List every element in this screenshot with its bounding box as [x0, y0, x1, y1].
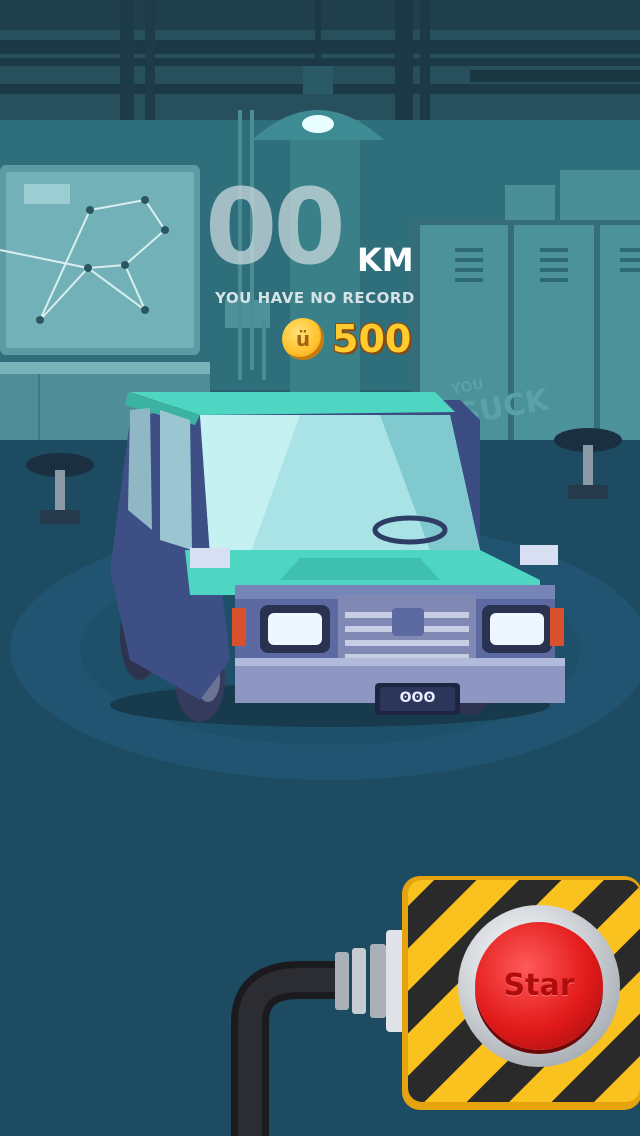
distance-value: 00: [205, 166, 346, 288]
player-car[interactable]: [100, 380, 565, 735]
coin-count: 500: [332, 317, 412, 361]
distance-unit: KM: [357, 241, 414, 279]
record-text: YOU HAVE NO RECORD: [215, 289, 415, 307]
ceiling-lamp: [252, 0, 384, 140]
coin-icon: ü: [282, 318, 324, 360]
game-scene: YOU SUCK 00 KM YOU HAVE NO RECORD ü 500: [0, 0, 640, 1136]
start-button-label: Star: [503, 968, 575, 1003]
start-button[interactable]: Star: [458, 905, 620, 1067]
license-plate-text: ʘʘʘ: [399, 690, 436, 706]
